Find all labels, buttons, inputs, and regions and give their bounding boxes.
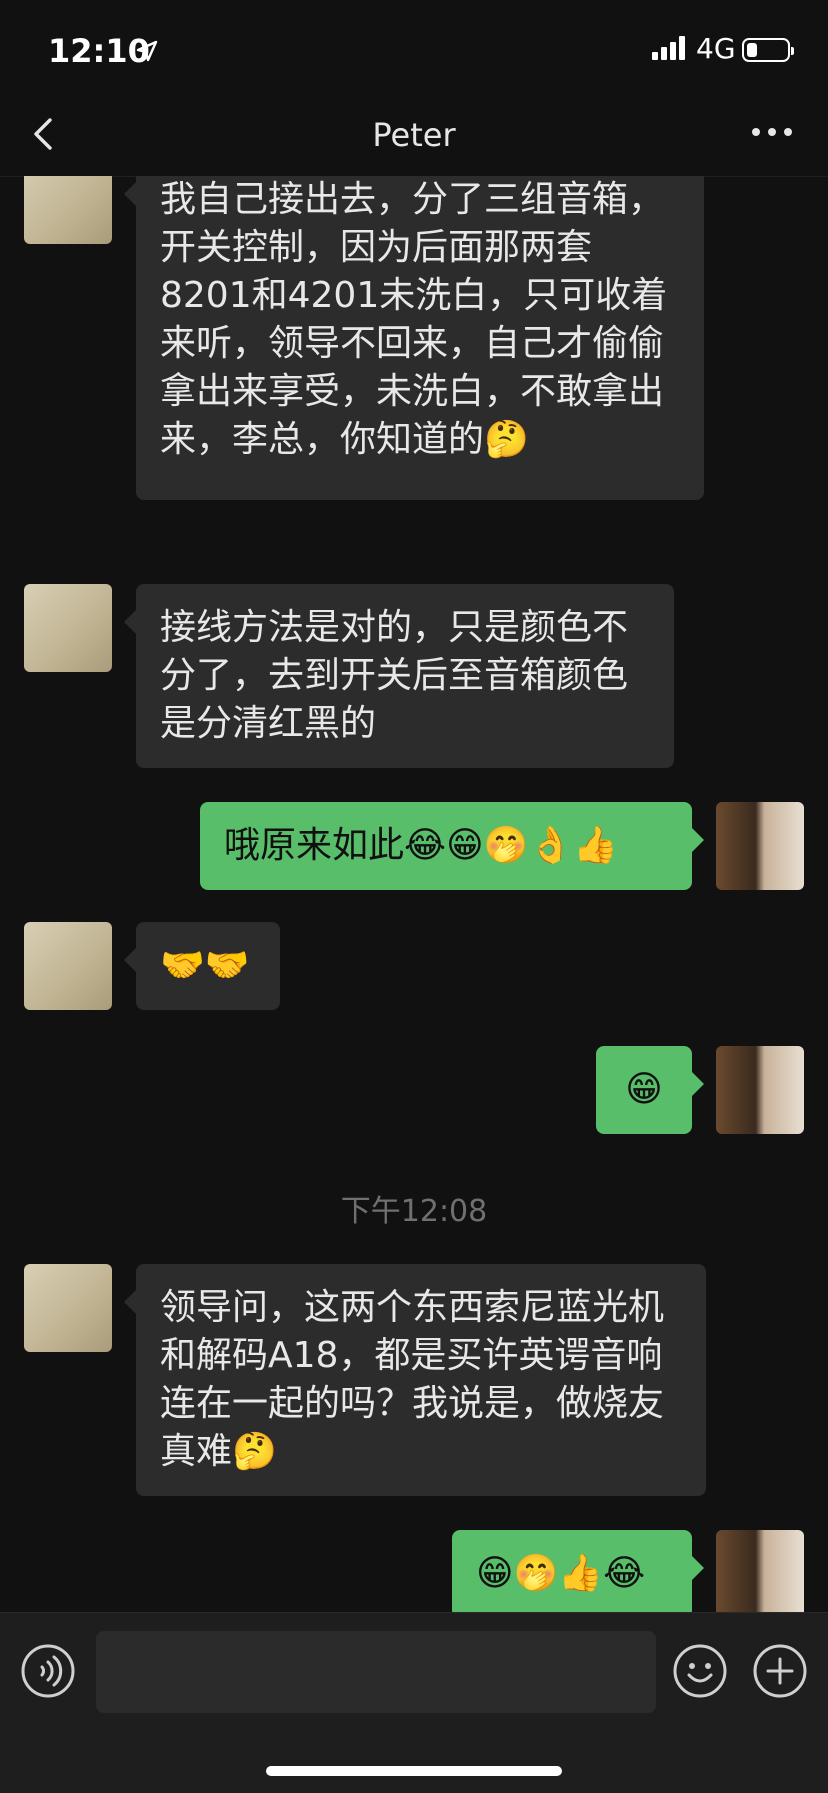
- chat-title: Peter: [372, 116, 456, 154]
- signal-icon: [652, 36, 685, 60]
- message-bubble[interactable]: 😁: [596, 1046, 704, 1134]
- ellipsis-icon[interactable]: [748, 122, 796, 142]
- message-text: 🤝🤝: [160, 945, 250, 986]
- message-incoming: 我自己接出去，分了三组音箱，开关控制，因为后面那两套8201和4201未洗白，只…: [0, 176, 828, 526]
- message-text: 哦原来如此😂😁🤭👌👍: [224, 825, 619, 866]
- network-type: 4G: [696, 32, 736, 65]
- voice-icon[interactable]: [20, 1643, 76, 1699]
- status-bar: 12:10 4G: [0, 0, 828, 100]
- message-incoming: 🤝🤝: [0, 922, 828, 1012]
- message-text: 接线方法是对的，只是颜色不分了，去到开关后至音箱颜色是分清红黑的: [160, 607, 629, 744]
- battery-level: [747, 43, 757, 57]
- message-timestamp: 下午12:08: [340, 1194, 488, 1229]
- flower-painting-avatar[interactable]: [24, 1264, 112, 1352]
- two-people-photo-avatar[interactable]: [716, 1530, 804, 1612]
- message-bubble[interactable]: 哦原来如此😂😁🤭👌👍: [200, 802, 704, 890]
- message-text: 领导问，这两个东西索尼蓝光机和解码A18，都是买许英谔音响连在一起的吗？我说是，…: [160, 1287, 665, 1472]
- flower-painting-avatar[interactable]: [24, 176, 112, 244]
- battery-nub: [791, 47, 794, 55]
- smiley-icon[interactable]: [672, 1643, 728, 1699]
- two-people-photo-avatar[interactable]: [716, 1046, 804, 1134]
- location-arrow-icon: [136, 40, 158, 62]
- chat-header: Peter: [0, 100, 828, 177]
- message-input[interactable]: [96, 1631, 656, 1713]
- message-incoming: 接线方法是对的，只是颜色不分了，去到开关后至音箱颜色是分清红黑的: [0, 584, 828, 774]
- home-indicator[interactable]: [266, 1766, 562, 1776]
- message-text: 😁🤭👍😂: [476, 1553, 646, 1594]
- message-text: 😁: [625, 1069, 663, 1110]
- message-outgoing: 😁🤭👍😂: [0, 1530, 828, 1612]
- message-bubble[interactable]: 😁🤭👍😂: [452, 1530, 704, 1612]
- message-bubble[interactable]: 我自己接出去，分了三组音箱，开关控制，因为后面那两套8201和4201未洗白，只…: [124, 176, 704, 500]
- message-bubble[interactable]: 🤝🤝: [124, 922, 280, 1010]
- message-bubble[interactable]: 领导问，这两个东西索尼蓝光机和解码A18，都是买许英谔音响连在一起的吗？我说是，…: [124, 1264, 706, 1496]
- flower-painting-avatar[interactable]: [24, 922, 112, 1010]
- message-outgoing: 😁: [0, 1046, 828, 1136]
- plus-circle-icon[interactable]: [752, 1643, 808, 1699]
- message-incoming: 领导问，这两个东西索尼蓝光机和解码A18，都是买许英谔音响连在一起的吗？我说是，…: [0, 1264, 828, 1504]
- status-time: 12:10: [48, 32, 150, 70]
- message-text: 我自己接出去，分了三组音箱，开关控制，因为后面那两套8201和4201未洗白，只…: [160, 179, 668, 460]
- message-bubble[interactable]: 接线方法是对的，只是颜色不分了，去到开关后至音箱颜色是分清红黑的: [124, 584, 674, 768]
- message-outgoing: 哦原来如此😂😁🤭👌👍: [0, 802, 828, 892]
- battery-icon: [742, 38, 794, 62]
- two-people-photo-avatar[interactable]: [716, 802, 804, 890]
- message-list[interactable]: 我自己接出去，分了三组音箱，开关控制，因为后面那两套8201和4201未洗白，只…: [0, 176, 828, 1612]
- flower-painting-avatar[interactable]: [24, 584, 112, 672]
